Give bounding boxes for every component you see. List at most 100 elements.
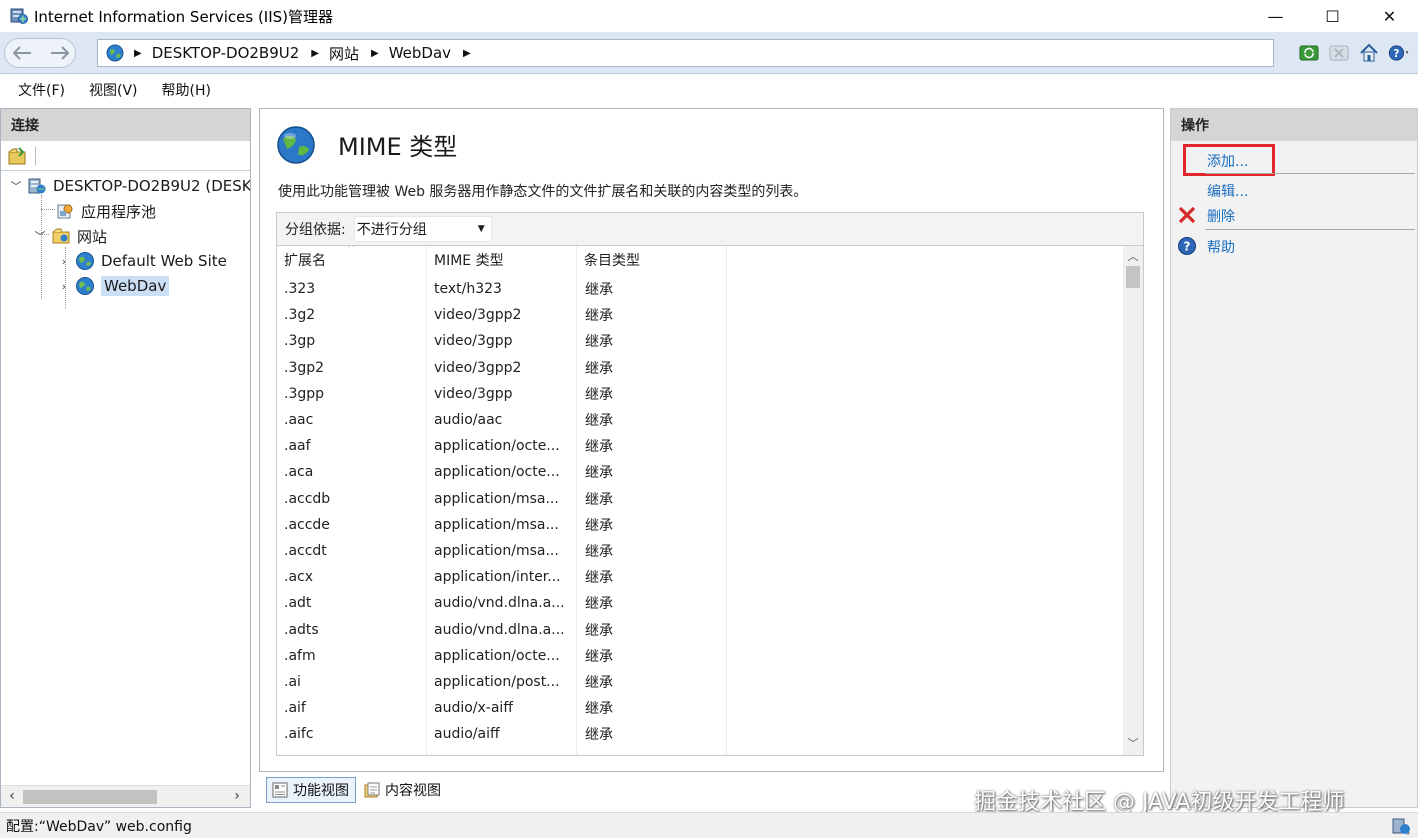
iis-app-icon [10, 8, 28, 24]
cell-extension: .aca [284, 464, 314, 481]
scroll-down-icon[interactable]: ﹀ [1123, 735, 1143, 753]
table-row[interactable]: .aaf application/octe... 继承 [277, 433, 1125, 459]
breadcrumb-sites[interactable]: 网站 [329, 43, 359, 64]
cell-extension: .afm [284, 647, 316, 664]
tree-node-sites[interactable]: ﹀ 网站 [33, 224, 108, 248]
connect-icon[interactable] [7, 146, 27, 166]
stop-icon [1329, 45, 1349, 61]
horizontal-scrollbar[interactable]: ‹ › [1, 785, 250, 807]
globe-icon [76, 277, 94, 295]
table-row[interactable]: .aifc audio/aiff 继承 [277, 721, 1125, 747]
table-row[interactable]: .accdt application/msa... 继承 [277, 538, 1125, 564]
sort-ascending-icon: ^ [347, 246, 356, 254]
collapse-chevron-icon[interactable]: ﹀ [9, 178, 23, 194]
breadcrumb-webdav[interactable]: WebDav [389, 44, 451, 62]
cell-mime-type: application/msa... [434, 543, 559, 559]
table-row[interactable]: .aac audio/aac 继承 [277, 407, 1125, 433]
help-dropdown-button[interactable]: ? [1388, 42, 1410, 64]
menu-view[interactable]: 视图(V) [89, 80, 138, 100]
vertical-scrollbar[interactable]: ︿ ﹀ [1123, 246, 1143, 755]
table-row[interactable]: .ai application/post... 继承 [277, 669, 1125, 695]
edit-action-link[interactable]: 编辑... [1207, 181, 1248, 201]
cell-mime-type: application/inter... [434, 569, 561, 586]
add-action-link[interactable]: 添加... [1207, 151, 1248, 171]
tree-node-webdav[interactable]: › WebDav [57, 274, 170, 298]
tab-content-view[interactable]: 内容视图 [358, 777, 448, 803]
scrollbar-thumb[interactable] [23, 790, 157, 804]
content-view-icon [364, 782, 380, 798]
cell-entry-type: 继承 [585, 727, 613, 744]
cell-mime-type: audio/vnd.dlna.a... [434, 595, 565, 612]
connections-toolbar [1, 141, 250, 171]
breadcrumb-separator: ▶ [134, 47, 142, 59]
table-row[interactable]: .adt audio/vnd.dlna.a... 继承 [277, 590, 1125, 616]
group-by-label: 分组依据: [285, 222, 346, 238]
help-action-link[interactable]: 帮助 [1207, 237, 1235, 257]
stop-button[interactable] [1328, 42, 1350, 64]
mime-globe-icon [277, 126, 315, 164]
feature-panel: MIME 类型 使用此功能管理被 Web 服务器用作静态文件的文件扩展名和关联的… [259, 108, 1164, 772]
menu-file[interactable]: 文件(F) [18, 80, 65, 100]
cell-mime-type: application/post... [434, 674, 560, 690]
page-description: 使用此功能管理被 Web 服务器用作静态文件的文件扩展名和关联的内容类型的列表。 [278, 184, 808, 200]
tree-label-sites: 网站 [77, 227, 108, 246]
back-button[interactable] [6, 39, 38, 67]
cell-extension: .acx [284, 569, 314, 586]
tab-features-view[interactable]: 功能视图 [266, 777, 356, 803]
table-row[interactable]: .acx application/inter... 继承 [277, 564, 1125, 590]
cell-extension: .accde [284, 516, 330, 533]
collapse-chevron-icon[interactable]: ﹀ [33, 228, 47, 244]
scrollbar-thumb[interactable] [1126, 266, 1140, 288]
table-row[interactable]: .adts audio/vnd.dlna.a... 继承 [277, 617, 1125, 643]
refresh-button[interactable] [1298, 42, 1320, 64]
server-icon [28, 178, 46, 194]
column-header-entry-type[interactable]: 条目类型 [577, 246, 640, 274]
close-window-button[interactable]: ✕ [1361, 0, 1418, 32]
cell-extension: .adts [284, 621, 319, 638]
delete-action-link[interactable]: 删除 [1207, 206, 1235, 226]
breadcrumb-server[interactable]: DESKTOP-DO2B9U2 [152, 44, 300, 62]
address-toolbar: ▶ DESKTOP-DO2B9U2 ▶ 网站 ▶ WebDav ▶ ? [0, 32, 1418, 74]
table-row[interactable]: .3gp2 video/3gpp2 继承 [277, 355, 1125, 381]
table-row[interactable]: .323 text/h323 继承 [277, 276, 1125, 302]
window-title: Internet Information Services (IIS)管理器 [34, 7, 334, 26]
maximize-button[interactable]: ☐ [1304, 0, 1361, 32]
scroll-left-icon[interactable]: ‹ [3, 788, 21, 806]
table-row[interactable]: .aca application/octe... 继承 [277, 459, 1125, 485]
scroll-right-icon[interactable]: › [228, 788, 246, 806]
table-row[interactable]: .aif audio/x-aiff 继承 [277, 695, 1125, 721]
cell-extension: .aac [284, 412, 314, 428]
group-by-select[interactable]: 不进行分组 ▼ [353, 216, 492, 242]
cell-extension: .3gpp [284, 385, 325, 402]
cell-mime-type: application/octe... [434, 464, 560, 481]
menu-bar: 文件(F) 视图(V) 帮助(H) [0, 75, 1418, 105]
home-icon [1360, 43, 1378, 62]
help-icon: ? [1178, 237, 1196, 255]
table-row[interactable]: .accdb application/msa... 继承 [277, 486, 1125, 512]
cell-mime-type: application/msa... [434, 516, 559, 533]
tree-node-default-site[interactable]: › Default Web Site [57, 249, 227, 273]
table-row[interactable]: .afm application/octe... 继承 [277, 643, 1125, 669]
help-icon: ? [1388, 45, 1409, 61]
column-header-extension[interactable]: 扩展名 ^ [277, 246, 355, 274]
minimize-button[interactable]: — [1247, 0, 1304, 32]
expand-chevron-icon[interactable]: › [57, 255, 71, 268]
column-header-mime-type[interactable]: MIME 类型 [427, 246, 504, 274]
expand-chevron-icon[interactable]: › [57, 280, 71, 293]
cell-extension: .3gp2 [284, 359, 325, 376]
home-button[interactable] [1358, 42, 1380, 64]
scroll-up-icon[interactable]: ︿ [1123, 248, 1143, 266]
table-row[interactable]: .3g2 video/3gpp2 继承 [277, 302, 1125, 328]
cell-extension: .ai [284, 674, 301, 690]
table-row[interactable]: .3gpp video/3gpp 继承 [277, 381, 1125, 407]
cell-entry-type: 继承 [585, 439, 613, 456]
cell-entry-type: 继承 [585, 622, 613, 639]
cell-mime-type: audio/aac [434, 412, 503, 428]
address-field[interactable]: ▶ DESKTOP-DO2B9U2 ▶ 网站 ▶ WebDav ▶ [97, 39, 1274, 67]
table-row[interactable]: .accde application/msa... 继承 [277, 512, 1125, 538]
menu-help[interactable]: 帮助(H) [162, 80, 211, 100]
forward-button[interactable] [44, 39, 76, 67]
tree-node-app-pools[interactable]: 应用程序池 [55, 199, 156, 223]
table-row[interactable]: .3gp video/3gpp 继承 [277, 328, 1125, 354]
tree-node-server[interactable]: ﹀ DESKTOP-DO2B9U2 (DESK [9, 174, 251, 198]
